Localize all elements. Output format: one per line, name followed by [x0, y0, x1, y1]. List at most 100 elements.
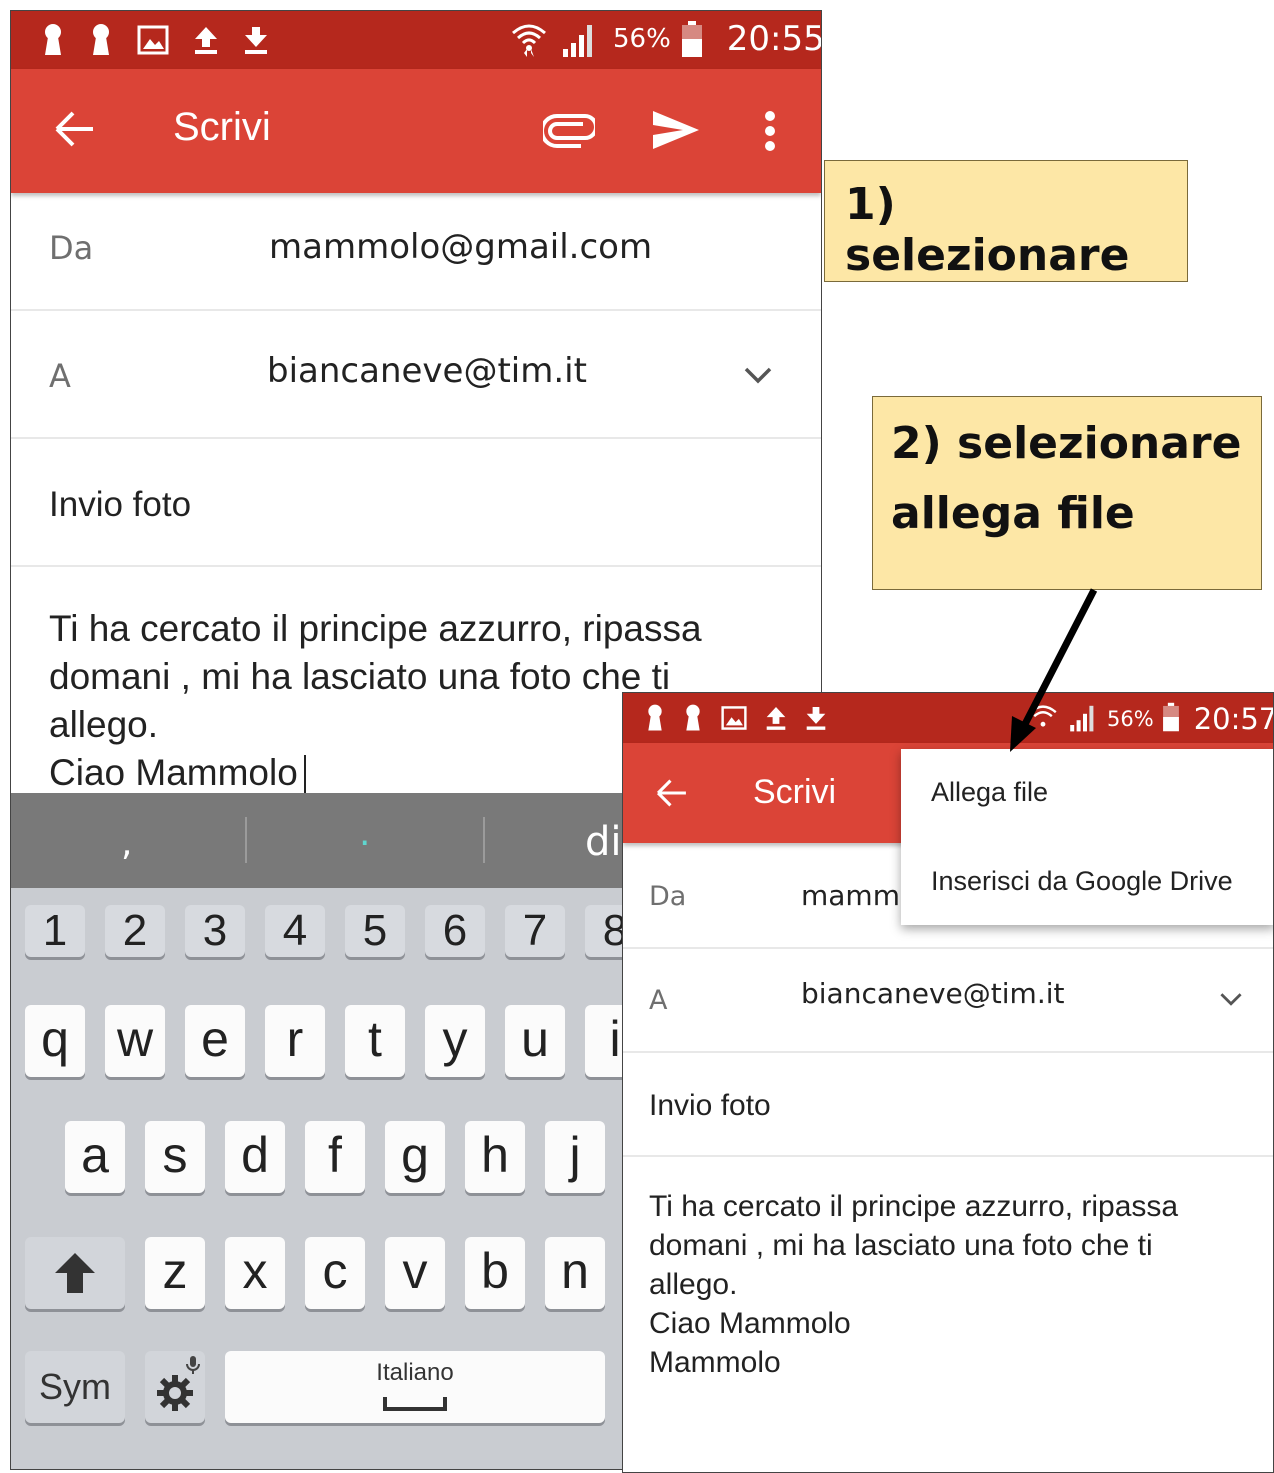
suggestion[interactable]: .	[359, 813, 370, 854]
menu-item-attach-file[interactable]: Allega file	[931, 777, 1048, 808]
shift-key[interactable]	[25, 1237, 125, 1309]
arrow-left-icon[interactable]	[53, 109, 97, 153]
app-title: Scrivi	[753, 773, 837, 811]
key-1[interactable]: 1	[25, 905, 85, 957]
key-e[interactable]: e	[185, 1005, 245, 1077]
status-time: 20:57	[1193, 702, 1274, 736]
upload-icon	[765, 705, 787, 735]
space-bar-icon	[383, 1395, 447, 1416]
battery-icon	[1162, 702, 1180, 736]
image-icon	[721, 705, 747, 735]
subject-field[interactable]: Invio foto	[649, 1089, 771, 1123]
app-bar: Scrivi	[11, 69, 821, 193]
suggestion[interactable]: ,	[121, 823, 132, 864]
key-6[interactable]: 6	[425, 905, 485, 957]
key-y[interactable]: y	[425, 1005, 485, 1077]
status-bar: 56% 20:57	[623, 693, 1273, 743]
divider	[11, 309, 821, 311]
keyhole-icon	[683, 703, 703, 737]
divider	[11, 565, 821, 567]
sym-key[interactable]: Sym	[25, 1351, 125, 1423]
key-g[interactable]: g	[385, 1121, 445, 1193]
divider	[245, 817, 247, 863]
image-icon	[137, 25, 169, 62]
microphone-icon	[185, 1355, 201, 1380]
body-line: Mammolo	[649, 1346, 781, 1379]
app-title: Scrivi	[173, 105, 271, 149]
key-v[interactable]: v	[385, 1237, 445, 1309]
body-line: Ti ha cercato il principe azzurro, ripas…	[49, 608, 702, 649]
shift-arrow-icon	[53, 1251, 97, 1300]
status-time: 20:55	[726, 19, 822, 59]
to-field[interactable]: biancaneve@tim.it	[267, 351, 587, 391]
key-r[interactable]: r	[265, 1005, 325, 1077]
body-field[interactable]: Ti ha cercato il principe azzurro, ripas…	[649, 1187, 1269, 1382]
keyhole-icon	[41, 23, 65, 64]
key-x[interactable]: x	[225, 1237, 285, 1309]
space-key[interactable]: Italiano	[225, 1351, 605, 1423]
wifi-icon	[1027, 701, 1059, 737]
battery-icon	[681, 20, 703, 58]
settings-key[interactable]	[145, 1351, 205, 1423]
from-value[interactable]: mamm	[801, 879, 900, 912]
callout-step-1-text: 1) selezionare	[845, 179, 1130, 281]
send-icon[interactable]	[651, 109, 701, 155]
to-label: A	[649, 985, 668, 1016]
download-icon	[805, 705, 827, 735]
body-line: domani , mi ha lasciato una foto che ti	[649, 1229, 1153, 1262]
signal-icon	[559, 19, 599, 59]
key-t[interactable]: t	[345, 1005, 405, 1077]
keyhole-icon	[89, 23, 113, 64]
key-h[interactable]: h	[465, 1121, 525, 1193]
divider	[623, 947, 1273, 949]
from-value[interactable]: mammolo@gmail.com	[269, 227, 652, 267]
keyhole-icon	[645, 703, 665, 737]
wifi-icon	[509, 19, 549, 59]
body-line: Ciao Mammolo	[649, 1307, 851, 1340]
paperclip-icon[interactable]	[540, 114, 598, 152]
phone-screen-attach-menu: 56% 20:57 Scrivi Da mamm A biancaneve@ti…	[622, 692, 1274, 1473]
key-n[interactable]: n	[545, 1237, 605, 1309]
divider	[623, 1051, 1273, 1053]
key-4[interactable]: 4	[265, 905, 325, 957]
key-f[interactable]: f	[305, 1121, 365, 1193]
key-2[interactable]: 2	[105, 905, 165, 957]
key-d[interactable]: d	[225, 1121, 285, 1193]
from-label: Da	[649, 881, 687, 912]
key-3[interactable]: 3	[185, 905, 245, 957]
key-s[interactable]: s	[145, 1121, 205, 1193]
status-bar: 56% 20:55	[11, 11, 821, 69]
callout-step-2-line: allega file	[891, 488, 1135, 539]
key-q[interactable]: q	[25, 1005, 85, 1077]
signal-icon	[1067, 701, 1099, 737]
key-z[interactable]: z	[145, 1237, 205, 1309]
text-cursor	[303, 755, 306, 796]
key-j[interactable]: j	[545, 1121, 605, 1193]
chevron-down-icon[interactable]	[743, 365, 773, 389]
space-language-label: Italiano	[376, 1359, 454, 1386]
key-7[interactable]: 7	[505, 905, 565, 957]
key-c[interactable]: c	[305, 1237, 365, 1309]
more-vert-icon[interactable]	[764, 111, 776, 155]
key-b[interactable]: b	[465, 1237, 525, 1309]
divider	[11, 437, 821, 439]
from-label: Da	[49, 229, 94, 267]
arrow-left-icon[interactable]	[655, 777, 689, 813]
battery-percent: 56%	[613, 24, 671, 54]
suggestion[interactable]: di	[585, 819, 622, 865]
key-u[interactable]: u	[505, 1005, 565, 1077]
subject-field[interactable]: Invio foto	[49, 485, 191, 525]
key-a[interactable]: a	[65, 1121, 125, 1193]
menu-item-insert-google-drive[interactable]: Inserisci da Google Drive	[931, 866, 1233, 897]
divider	[623, 1155, 1273, 1157]
key-w[interactable]: w	[105, 1005, 165, 1077]
key-5[interactable]: 5	[345, 905, 405, 957]
to-field[interactable]: biancaneve@tim.it	[801, 977, 1064, 1010]
chevron-down-icon[interactable]	[1219, 991, 1243, 1011]
callout-step-1: 1) selezionare	[824, 160, 1188, 282]
body-line: allego.	[649, 1268, 738, 1301]
attach-popup-menu: Allega file Inserisci da Google Drive	[901, 749, 1273, 925]
callout-step-2: 2) selezionare allega file	[872, 396, 1262, 590]
upload-icon	[193, 25, 219, 62]
to-label: A	[49, 357, 71, 395]
